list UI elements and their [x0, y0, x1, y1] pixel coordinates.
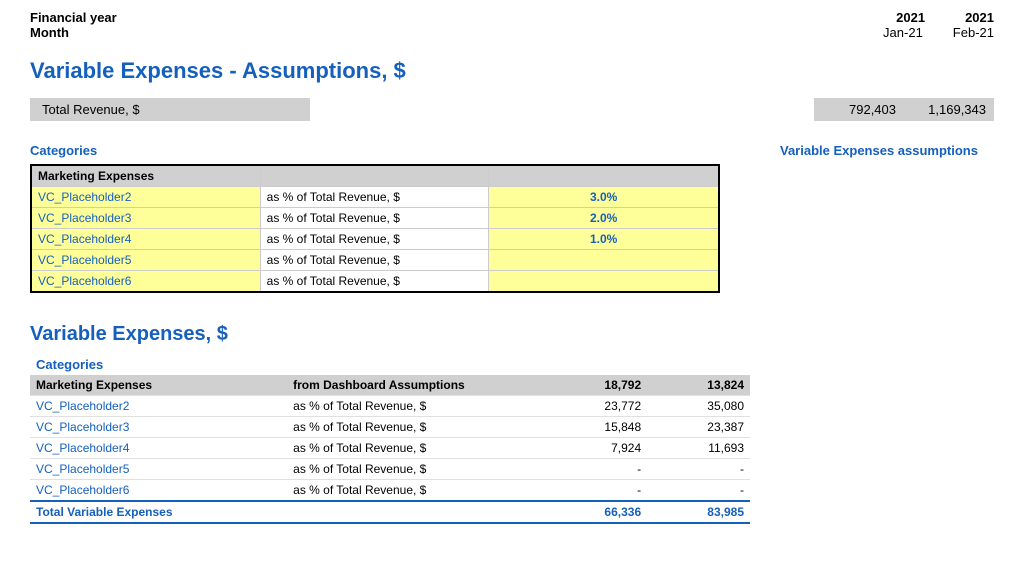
assump-val-0: [489, 166, 718, 186]
ve-v1-5: -: [544, 480, 647, 502]
table-row: Marketing Expenses from Dashboard Assump…: [30, 375, 750, 396]
assump-val-1: 3.0%: [489, 187, 718, 207]
ve-v2-3: 11,693: [647, 438, 750, 459]
ve-cat-0: Marketing Expenses: [30, 375, 287, 396]
assump-cat-2: VC_Placeholder3: [32, 208, 261, 228]
assump-basis-5: as % of Total Revenue, $: [261, 271, 490, 291]
assump-val-5: [489, 271, 718, 291]
ve-col-headers: Categories: [30, 354, 750, 375]
ve-cat-5: VC_Placeholder6: [30, 480, 287, 502]
ve-v2-4: -: [647, 459, 750, 480]
assumptions-col-headers: Categories Variable Expenses assumptions: [30, 139, 994, 162]
ve-val1-header: [544, 354, 647, 375]
month2: Feb-21: [953, 25, 994, 40]
assump-basis-0: [261, 166, 490, 186]
assumptions-section: Categories Variable Expenses assumptions…: [30, 139, 994, 293]
table-row: VC_Placeholder3 as % of Total Revenue, $…: [30, 417, 750, 438]
assump-cat-3: VC_Placeholder4: [32, 229, 261, 249]
ve-basis-5: as % of Total Revenue, $: [287, 480, 544, 502]
ve-basis-header: [287, 354, 544, 375]
page-header: Financial year Month 2021 2021 Jan-21 Fe…: [30, 10, 994, 40]
month-label: Month: [30, 25, 117, 40]
assumptions-table: Marketing Expenses VC_Placeholder2 as % …: [30, 164, 720, 293]
section1-title: Variable Expenses - Assumptions, $: [30, 58, 994, 84]
assump-val-2: 2.0%: [489, 208, 718, 228]
ve-val2-header: [647, 354, 750, 375]
section2-title: Variable Expenses, $: [30, 323, 994, 346]
ve-v1-2: 15,848: [544, 417, 647, 438]
ve-v2-0: 13,824: [647, 375, 750, 396]
ve-basis-2: as % of Total Revenue, $: [287, 417, 544, 438]
ve-cat-2: VC_Placeholder3: [30, 417, 287, 438]
ve-cat-3: VC_Placeholder4: [30, 438, 287, 459]
table-row: VC_Placeholder4 as % of Total Revenue, $…: [30, 438, 750, 459]
assump-basis-3: as % of Total Revenue, $: [261, 229, 490, 249]
table-row: VC_Placeholder3 as % of Total Revenue, $…: [32, 208, 718, 229]
ve-basis-0: from Dashboard Assumptions: [287, 375, 544, 396]
ve-cat-4: VC_Placeholder5: [30, 459, 287, 480]
assump-basis-4: as % of Total Revenue, $: [261, 250, 490, 270]
table-row: VC_Placeholder4 as % of Total Revenue, $…: [32, 229, 718, 250]
ve-v1-4: -: [544, 459, 647, 480]
assump-val-4: [489, 250, 718, 270]
assump-cat-4: VC_Placeholder5: [32, 250, 261, 270]
categories-col-header: Categories: [30, 139, 490, 162]
revenue-row: Total Revenue, $ 792,403 1,169,343: [30, 98, 994, 121]
table-row: VC_Placeholder5 as % of Total Revenue, $: [32, 250, 718, 271]
header-years: 2021 2021 Jan-21 Feb-21: [883, 10, 994, 40]
ve-basis-1: as % of Total Revenue, $: [287, 396, 544, 417]
year1: 2021: [896, 10, 925, 25]
assump-val-3: 1.0%: [489, 229, 718, 249]
table-row: VC_Placeholder5 as % of Total Revenue, $…: [30, 459, 750, 480]
assump-cat-5: VC_Placeholder6: [32, 271, 261, 291]
ve-v2-1: 35,080: [647, 396, 750, 417]
ve-v1-3: 7,924: [544, 438, 647, 459]
ve-total-val2: 83,985: [647, 501, 750, 523]
ve-v1-1: 23,772: [544, 396, 647, 417]
variable-expenses-table: Categories Marketing Expenses from Dashb…: [30, 354, 750, 524]
ve-total-label: Total Variable Expenses: [30, 501, 544, 523]
ve-basis-4: as % of Total Revenue, $: [287, 459, 544, 480]
ve-total-val1: 66,336: [544, 501, 647, 523]
table-row: VC_Placeholder2 as % of Total Revenue, $…: [30, 396, 750, 417]
revenue-val1: 792,403: [814, 98, 904, 121]
ve-basis-3: as % of Total Revenue, $: [287, 438, 544, 459]
ve-v2-2: 23,387: [647, 417, 750, 438]
financial-year-label: Financial year: [30, 10, 117, 25]
revenue-label: Total Revenue, $: [30, 98, 310, 121]
assump-cat-1: VC_Placeholder2: [32, 187, 261, 207]
ve-v1-0: 18,792: [544, 375, 647, 396]
ve-total-row: Total Variable Expenses 66,336 83,985: [30, 501, 750, 523]
year2: 2021: [965, 10, 994, 25]
ve-v2-5: -: [647, 480, 750, 502]
assump-basis-1: as % of Total Revenue, $: [261, 187, 490, 207]
ve-categories-header: Categories: [30, 354, 287, 375]
var-exp-col-header: Variable Expenses assumptions: [764, 139, 994, 162]
table-row: VC_Placeholder6 as % of Total Revenue, $…: [30, 480, 750, 502]
month1: Jan-21: [883, 25, 923, 40]
table-row: VC_Placeholder6 as % of Total Revenue, $: [32, 271, 718, 291]
header-labels: Financial year Month: [30, 10, 117, 40]
ve-cat-1: VC_Placeholder2: [30, 396, 287, 417]
revenue-val2: 1,169,343: [904, 98, 994, 121]
table-row: Marketing Expenses: [32, 166, 718, 187]
assump-basis-2: as % of Total Revenue, $: [261, 208, 490, 228]
assump-cat-0: Marketing Expenses: [32, 166, 261, 186]
table-row: VC_Placeholder2 as % of Total Revenue, $…: [32, 187, 718, 208]
revenue-values: 792,403 1,169,343: [814, 98, 994, 121]
